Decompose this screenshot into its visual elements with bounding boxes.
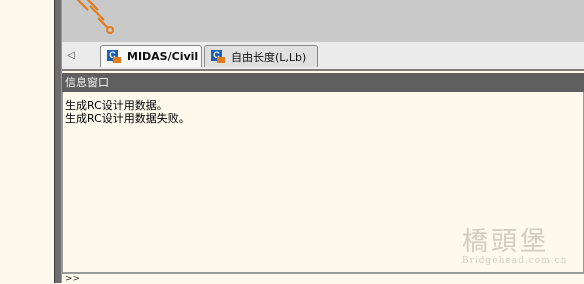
tab-midas-civil[interactable]: C MIDAS/Civil [100,45,202,67]
midas-civil-icon: C [211,49,225,64]
splitter[interactable] [54,0,62,283]
tab-label: MIDAS/Civil [127,50,199,63]
pencil-tool-icon [76,0,114,34]
watermark-url: Bridgehead.com.cn [462,256,568,266]
tab-free-length[interactable]: C 自由长度(L,Lb) [204,45,318,67]
left-panel [0,0,54,283]
info-window-title: 信息窗口 [62,73,584,92]
main-area: ◁ C MIDAS/Civil C 自由长度(L,Lb) 信息窗口 生成RC设计… [62,0,584,284]
model-view-canvas[interactable] [62,0,584,43]
command-line[interactable]: >> [62,273,584,284]
message-line: 生成RC设计用数据。 [65,99,168,112]
message-line: 生成RC设计用数据失败。 [65,112,190,125]
tab-label: 自由长度(L,Lb) [231,50,307,64]
tab-scroll-left-icon[interactable]: ◁ [64,48,78,64]
watermark-text: 橋頭堡 [462,227,550,257]
watermark-logo: 橋頭堡 Bridgehead.com.cn [462,228,567,267]
midas-civil-icon: C [107,49,121,64]
document-tab-bar: ◁ C MIDAS/Civil C 自由长度(L,Lb) [62,42,584,71]
